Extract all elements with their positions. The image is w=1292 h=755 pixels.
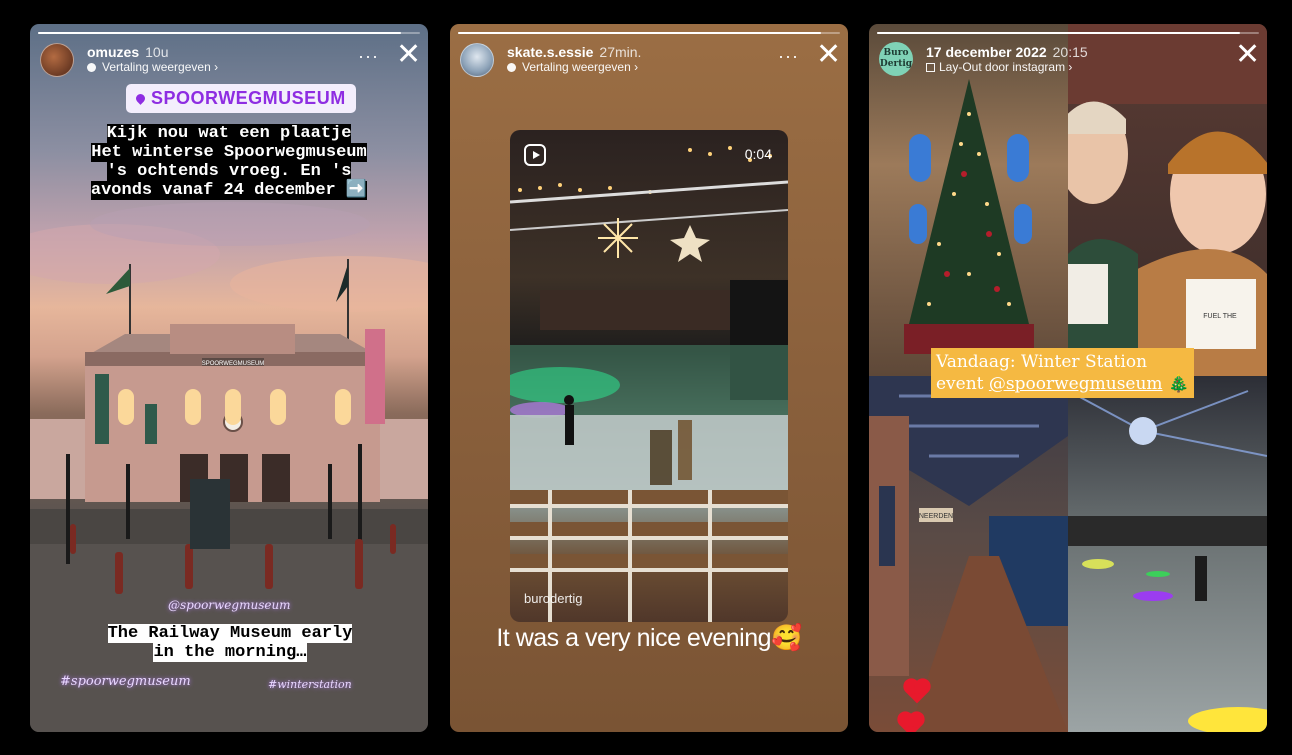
avatar-skate-s-essie[interactable] [460, 43, 494, 77]
caption-line: in the morning… [153, 643, 307, 663]
location-pin-icon [134, 92, 147, 105]
avatar-burodertig[interactable]: Buro Dertig [879, 42, 913, 76]
more-options-icon[interactable]: ··· [358, 46, 379, 67]
photo-selfie: FUEL THE [1068, 24, 1267, 376]
selfie-illustration: FUEL THE [1068, 24, 1267, 376]
story-date: 17 december 2022 20:15 [926, 44, 1088, 60]
location-label: SPOORWEGMUSEUM [151, 88, 346, 108]
post-time: 20:15 [1052, 44, 1088, 60]
layout-icon [926, 63, 935, 72]
caption-line: Vandaag: Winter Station [936, 352, 1148, 372]
story-caption: Kijk nou wat een plaatje Het winterse Sp… [44, 124, 414, 201]
layout-credit: Lay-Out door instagram [939, 60, 1066, 74]
caption-line: Kijk nou wat een plaatje [106, 124, 352, 143]
story-card-omuzes[interactable]: SPOORWEGMUSEUM omuzes 10u Vertaling weer… [30, 24, 428, 732]
tree-emoji: 🎄 [1162, 374, 1190, 394]
translate-link[interactable]: Vertaling weergeven › [507, 60, 638, 74]
story-progress-fill [458, 32, 821, 34]
story-progress-bar [458, 32, 840, 34]
translate-link[interactable]: Vertaling weergeven › [87, 60, 218, 74]
translate-label: Vertaling weergeven [102, 60, 211, 74]
reel-duration: 0:04 [744, 146, 772, 162]
caption-line: avonds vanaf 24 december ➡️ [90, 181, 368, 201]
story-caption: It was a very nice evening🥰 [496, 624, 802, 652]
username[interactable]: omuzes [87, 44, 139, 60]
mention-sticker[interactable]: @spoorwegmuseum [168, 598, 291, 612]
story-caption-secondary: The Railway Museum early in the morning… [60, 624, 400, 663]
close-icon[interactable]: ✕ [816, 40, 841, 70]
building-sign: SPOORWEGMUSEUM [202, 361, 265, 367]
translate-icon [87, 63, 96, 72]
chevron-right-icon: › [1068, 60, 1073, 74]
story-caption: Vandaag: Winter Station event @spoorwegm… [931, 348, 1195, 398]
date: 17 december 2022 [926, 44, 1047, 60]
mention-link[interactable]: @spoorwegmuseum [989, 374, 1163, 394]
story-progress-fill [877, 32, 1240, 34]
close-icon[interactable]: ✕ [1235, 40, 1260, 70]
hashtag-sticker[interactable]: #winterstation [268, 678, 352, 691]
translate-label: Vertaling weergeven [522, 60, 631, 74]
avatar-omuzes[interactable] [40, 43, 74, 77]
platform-illustration: NEERDEN [869, 376, 1068, 732]
reel-author[interactable]: burodertig [524, 591, 583, 606]
caption-line: Het winterse Spoorwegmuseum [91, 143, 367, 163]
rink-illustration [1068, 390, 1267, 732]
chevron-right-icon: › [634, 60, 639, 74]
post-time: 27min. [599, 44, 642, 60]
story-progress-bar [877, 32, 1259, 34]
christmas-tree-illustration [904, 79, 1034, 354]
caption-prefix: event [936, 374, 989, 394]
username[interactable]: skate.s.essie [507, 44, 593, 60]
translate-icon [507, 63, 516, 72]
location-sticker[interactable]: SPOORWEGMUSEUM [126, 84, 356, 113]
more-options-icon[interactable]: ··· [778, 46, 799, 67]
platform-sign: NEERDEN [919, 513, 953, 520]
reels-icon [524, 144, 546, 166]
hashtag-sticker[interactable]: #spoorwegmuseum [60, 674, 191, 689]
layout-credit-link[interactable]: Lay-Out door instagram › [926, 60, 1072, 74]
post-time: 10u [145, 44, 169, 60]
username-skate-s-essie[interactable]: skate.s.essie 27min. [507, 44, 641, 60]
photo-platform: NEERDEN [869, 376, 1068, 732]
username-omuzes[interactable]: omuzes 10u [87, 44, 168, 60]
close-icon[interactable]: ✕ [396, 40, 421, 70]
photo-rink [1068, 376, 1267, 732]
ice-rink-photo [510, 146, 788, 622]
story-card-skate-s-essie[interactable]: skate.s.essie 27min. Vertaling weergeven … [450, 24, 848, 732]
photo-christmas-tree [869, 24, 1068, 376]
caption-line: 's ochtends vroeg. En 's [106, 162, 352, 182]
reel-video[interactable]: 0:04 burodertig [510, 130, 788, 622]
cup-text: FUEL THE [1203, 313, 1237, 320]
chevron-right-icon: › [214, 60, 219, 74]
caption-line: The Railway Museum early [107, 624, 353, 643]
story-card-burodertig[interactable]: FUEL THE NEERDEN Buro Dertig 17 december [869, 24, 1267, 732]
